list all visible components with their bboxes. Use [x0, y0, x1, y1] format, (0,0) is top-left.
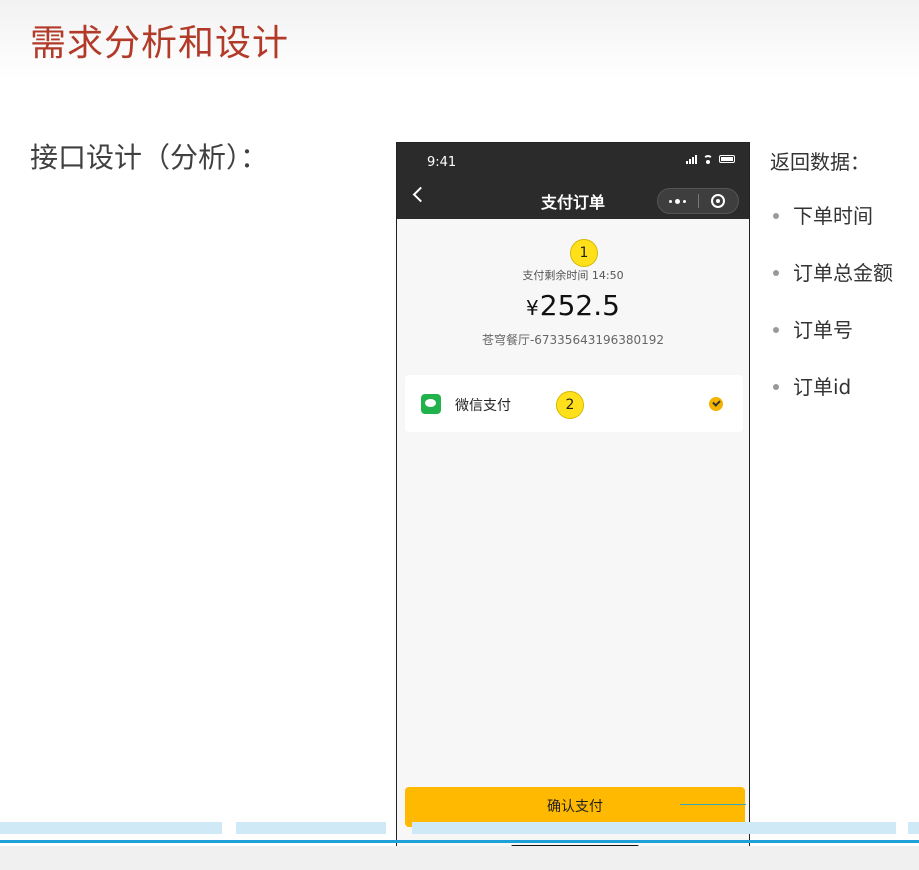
- bullet-icon: [773, 212, 779, 219]
- battery-icon: [719, 155, 735, 163]
- payment-method-card[interactable]: 微信支付 2: [405, 375, 743, 432]
- return-data-heading: 返回数据：: [770, 150, 870, 174]
- currency-symbol: ¥: [526, 296, 539, 320]
- payment-method-label: 微信支付: [455, 398, 511, 414]
- signal-icon: [686, 154, 697, 164]
- bullet-icon: [773, 383, 779, 390]
- phone-header: 9:41 支付订单: [397, 143, 749, 219]
- remaining-time: 支付剩余时间 14:50: [522, 269, 624, 282]
- bullet-icon: [773, 269, 779, 276]
- amount-value: 252.5: [539, 289, 620, 322]
- list-item: 下单时间: [770, 200, 893, 257]
- mini-program-capsule: [657, 188, 739, 214]
- bottom-rule: [0, 840, 919, 843]
- bullet-icon: [773, 326, 779, 333]
- slide-title: 需求分析和设计: [30, 23, 290, 64]
- annotation-line: [680, 804, 746, 805]
- section-label: 接口设计（分析）：: [30, 141, 269, 174]
- annotation-badge-1: 1: [570, 239, 598, 267]
- status-time: 9:41: [427, 155, 457, 170]
- more-icon[interactable]: [658, 189, 698, 213]
- wechat-pay-icon: [421, 394, 441, 414]
- list-item: 订单id: [770, 371, 893, 428]
- annotation-badge-2: 2: [556, 391, 584, 419]
- confirm-pay-button[interactable]: 确认支付: [405, 787, 745, 827]
- list-item: 订单总金额: [770, 257, 893, 314]
- wifi-icon: [702, 155, 714, 164]
- merchant-order-number: 苍穹餐厅-67335643196380192: [481, 333, 665, 347]
- status-icons: [686, 154, 735, 164]
- return-data-list: 下单时间 订单总金额 订单号 订单id: [770, 200, 893, 428]
- phone-mockup: 9:41 支付订单 1 支付剩余时间 14:50 ¥252.5 苍穹餐厅-673…: [396, 142, 750, 854]
- check-icon[interactable]: [709, 397, 723, 411]
- bottom-strip: [0, 846, 919, 870]
- list-item: 订单号: [770, 314, 893, 371]
- order-amount: ¥252.5: [397, 289, 749, 322]
- close-icon[interactable]: [699, 189, 739, 213]
